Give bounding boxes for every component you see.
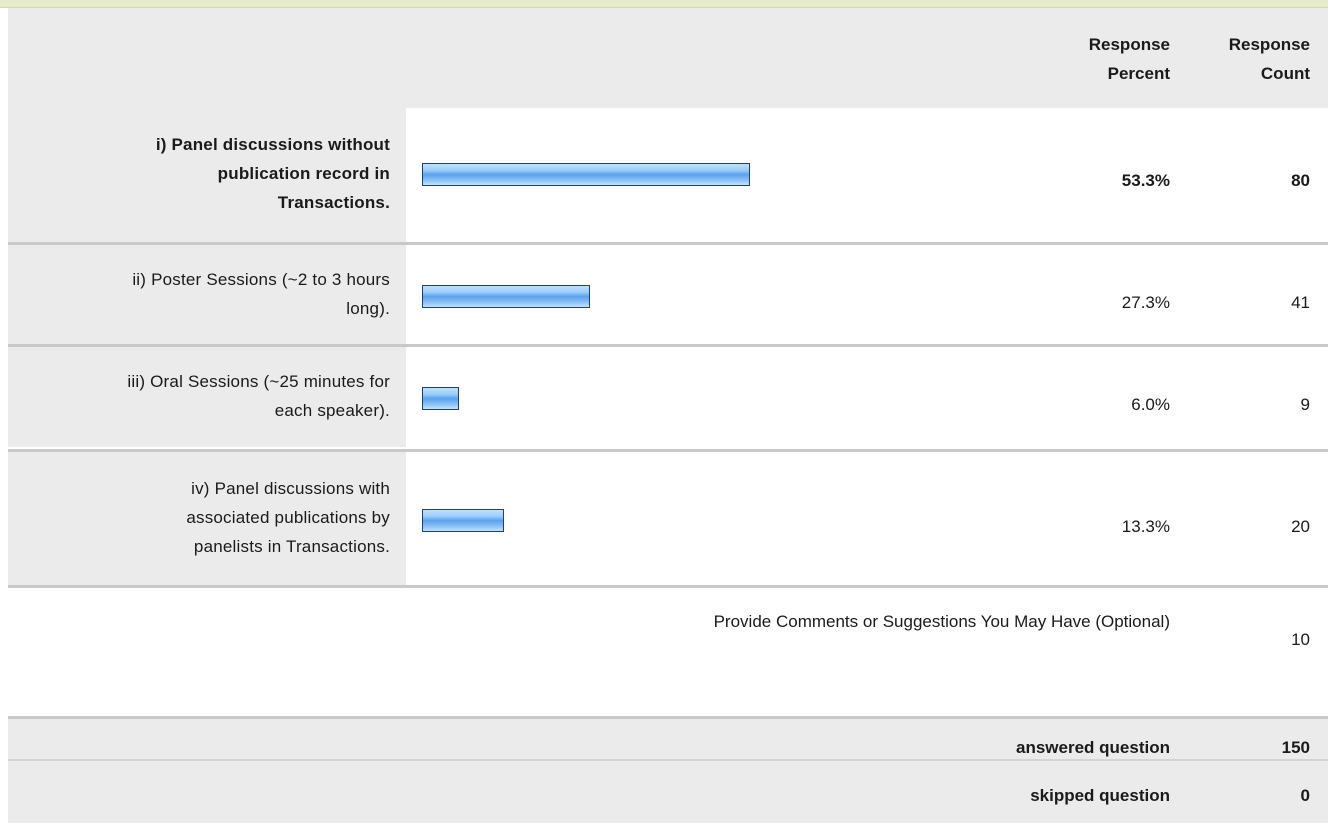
comments-link[interactable]: Provide Comments or Suggestions You May … <box>714 612 1170 632</box>
row-label-line: iii) Oral Sessions (~25 minutes for <box>127 372 390 391</box>
row-label-cell: ii) Poster Sessions (~2 to 3 hours long)… <box>8 245 406 345</box>
data-label-percent: 53.3% <box>1121 171 1170 190</box>
data-label-count: 80 <box>1291 171 1310 190</box>
row-label-cell: iii) Oral Sessions (~25 minutes for each… <box>8 347 406 447</box>
header-percent-line2: Percent <box>1107 64 1170 83</box>
row-label: i) Panel discussions without publication… <box>156 130 390 217</box>
row-label-line: long). <box>346 299 390 318</box>
row-label-line: ii) Poster Sessions (~2 to 3 hours <box>132 270 390 289</box>
header-percent-line1: Response <box>1088 35 1170 54</box>
row-label: iv) Panel discussions with associated pu… <box>186 474 390 561</box>
answered-question-value: 150 <box>1281 738 1310 757</box>
row-label-line: each speaker). <box>274 401 390 420</box>
row-label-cell: i) Panel discussions without publication… <box>8 108 406 243</box>
bar-poster-sessions <box>422 285 590 308</box>
row-label-line: Transactions. <box>277 193 390 212</box>
header-response-count: Response Count <box>1190 30 1310 88</box>
data-label-count: 41 <box>1291 293 1310 312</box>
top-border-strip <box>0 0 1328 8</box>
data-label-count: 20 <box>1291 517 1310 536</box>
row-label-line: associated publications by <box>186 508 390 527</box>
row-label-line: iv) Panel discussions with <box>191 479 390 498</box>
row-label-line: i) Panel discussions without <box>155 135 390 154</box>
answered-question-label: answered question <box>1016 738 1170 757</box>
row-label: ii) Poster Sessions (~2 to 3 hours long)… <box>132 265 390 323</box>
skipped-question-value: 0 <box>1300 786 1310 805</box>
row-label: iii) Oral Sessions (~25 minutes for each… <box>127 367 390 425</box>
skipped-question-label: skipped question <box>1030 786 1170 805</box>
row-label-cell: iv) Panel discussions with associated pu… <box>8 452 406 585</box>
row-divider <box>8 585 1328 588</box>
header-count-line2: Count <box>1260 64 1310 83</box>
row-label-line: panelists in Transactions. <box>193 537 390 556</box>
data-label-percent: 6.0% <box>1131 395 1170 414</box>
bar-panel-discussions-with-publications <box>422 509 504 532</box>
header-count-line1: Response <box>1228 35 1310 54</box>
data-label-count: 9 <box>1300 395 1310 414</box>
header-response-percent: Response Percent <box>1030 30 1170 88</box>
data-label-percent: 27.3% <box>1121 293 1170 312</box>
row-label-line: publication record in <box>217 164 390 183</box>
bar-oral-sessions <box>422 387 459 410</box>
bar-panel-discussions-without-publication <box>422 163 750 186</box>
table-header: Response Percent Response Count <box>8 8 1328 108</box>
data-label-percent: 13.3% <box>1121 517 1170 536</box>
comments-count: 10 <box>1291 630 1310 649</box>
